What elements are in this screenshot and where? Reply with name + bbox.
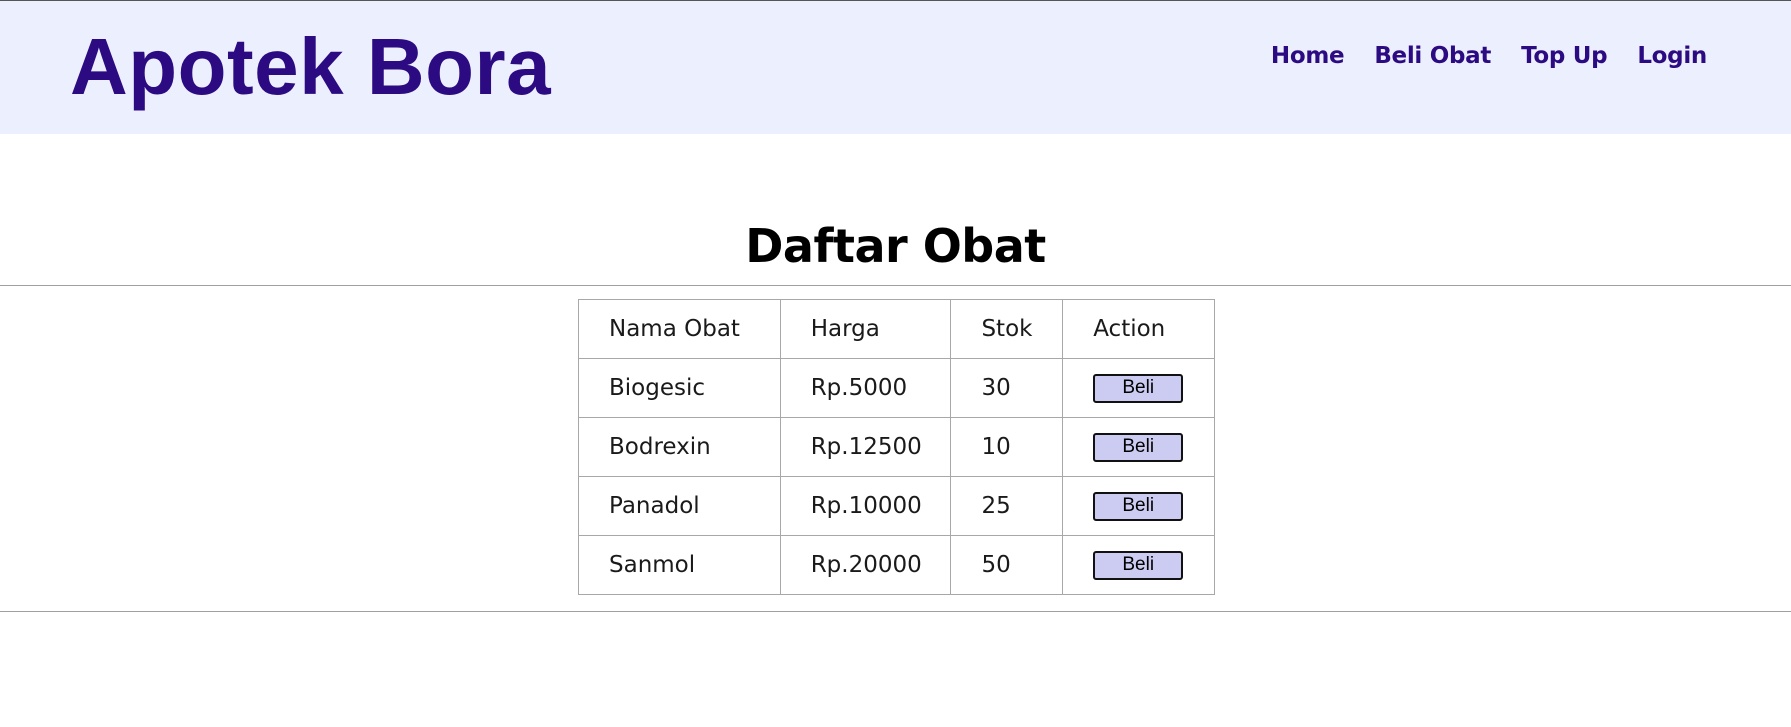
page-title: Daftar Obat (745, 219, 1046, 273)
site-header: Apotek Bora Home Beli Obat Top Up Login (0, 0, 1791, 134)
nav-login-link[interactable]: Login (1637, 43, 1707, 69)
cell-nama-obat: Bodrexin (578, 417, 781, 477)
site-logo-title: Apotek Bora (70, 22, 552, 111)
nav-beli-obat-link[interactable]: Beli Obat (1374, 43, 1491, 69)
medicine-table: Nama Obat Harga Stok Action Biogesic Rp.… (578, 299, 1215, 595)
beli-button[interactable]: Beli (1093, 373, 1184, 403)
column-header-action: Action (1062, 299, 1215, 359)
column-header-nama-obat: Nama Obat (578, 299, 781, 359)
cell-harga: Rp.5000 (779, 358, 952, 418)
column-header-harga: Harga (779, 299, 952, 359)
divider-bottom (0, 611, 1791, 612)
table-row: Biogesic Rp.5000 30 Beli (578, 358, 1215, 418)
column-header-stok: Stok (950, 299, 1064, 359)
beli-button[interactable]: Beli (1093, 491, 1184, 521)
cell-action: Beli (1062, 535, 1215, 595)
table-row: Panadol Rp.10000 25 Beli (578, 476, 1215, 536)
cell-stok: 50 (950, 535, 1064, 595)
cell-stok: 30 (950, 358, 1064, 418)
table-header-row: Nama Obat Harga Stok Action (578, 299, 1215, 359)
cell-nama-obat: Biogesic (578, 358, 781, 418)
cell-nama-obat: Sanmol (578, 535, 781, 595)
cell-stok: 25 (950, 476, 1064, 536)
beli-button[interactable]: Beli (1093, 432, 1184, 462)
cell-action: Beli (1062, 476, 1215, 536)
nav-top-up-link[interactable]: Top Up (1521, 43, 1608, 69)
cell-action: Beli (1062, 417, 1215, 477)
table-row: Bodrexin Rp.12500 10 Beli (578, 417, 1215, 477)
cell-harga: Rp.12500 (779, 417, 952, 477)
cell-harga: Rp.20000 (779, 535, 952, 595)
cell-stok: 10 (950, 417, 1064, 477)
cell-nama-obat: Panadol (578, 476, 781, 536)
table-row: Sanmol Rp.20000 50 Beli (578, 535, 1215, 595)
beli-button[interactable]: Beli (1093, 550, 1184, 580)
main-nav: Home Beli Obat Top Up Login (1271, 43, 1707, 69)
nav-home-link[interactable]: Home (1271, 43, 1345, 69)
cell-harga: Rp.10000 (779, 476, 952, 536)
divider-top (0, 285, 1791, 286)
cell-action: Beli (1062, 358, 1215, 418)
